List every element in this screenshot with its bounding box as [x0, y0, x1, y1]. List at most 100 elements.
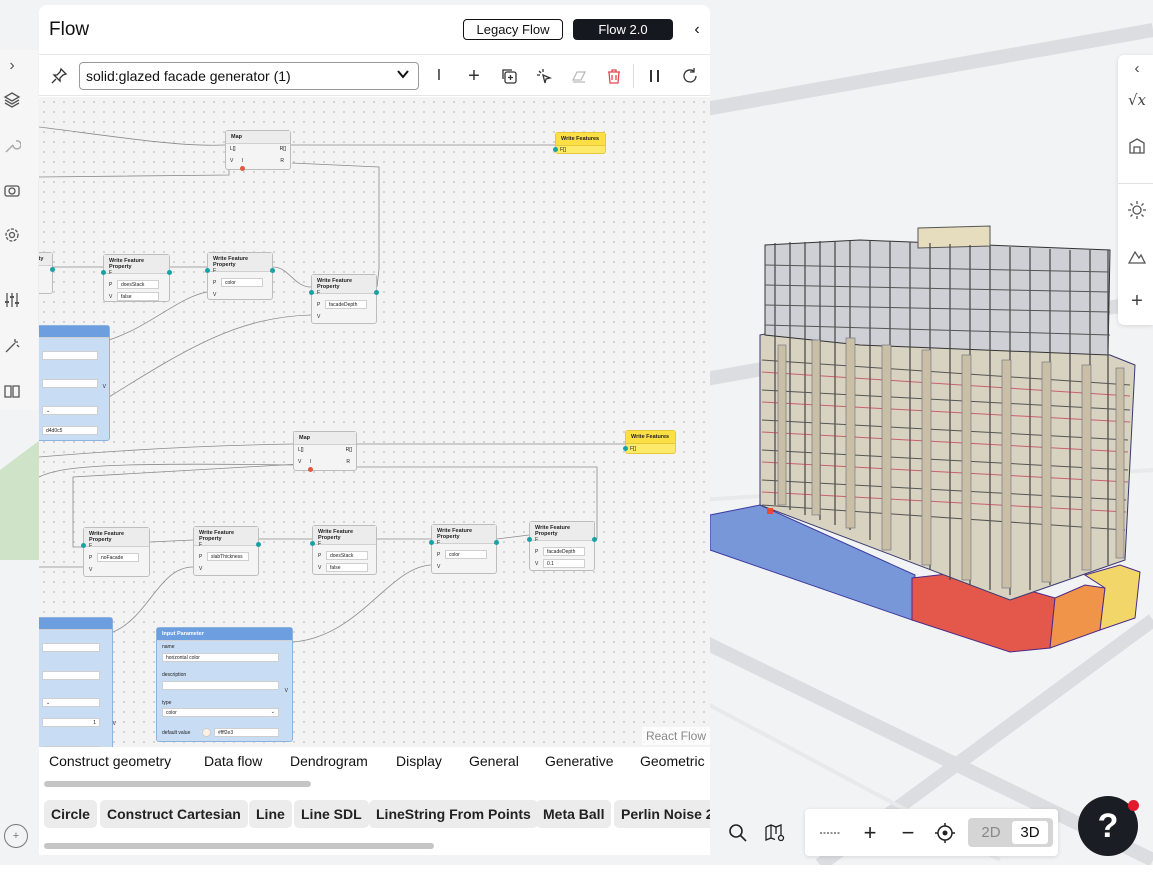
map-node-2[interactable]: Map L[] R[] V I R: [293, 431, 357, 472]
terrain-icon[interactable]: [1126, 245, 1148, 267]
add-layer-icon[interactable]: +: [4, 824, 28, 848]
search-icon[interactable]: [726, 821, 750, 845]
zoom-in-icon[interactable]: +: [858, 820, 882, 845]
property-field[interactable]: doesStack: [117, 280, 159, 289]
mode-3d-button[interactable]: 3D: [1012, 821, 1048, 844]
tabs-scrollbar[interactable]: [44, 781, 311, 787]
port-handle[interactable]: [592, 537, 597, 542]
eraser-icon[interactable]: [567, 64, 591, 88]
input-parameter-node[interactable]: Input Parameter name horizontal color de…: [156, 627, 293, 742]
name-field[interactable]: horizontal color: [162, 653, 279, 662]
wrench-icon[interactable]: [0, 134, 24, 158]
mode-2d-button[interactable]: 2D: [973, 822, 1009, 843]
tab-dendrogram[interactable]: Dendrogram: [290, 753, 368, 769]
write-feature-property-node[interactable]: Write Feature Property F P V doesStack f…: [310, 525, 377, 575]
flow2-button[interactable]: Flow 2.0: [573, 19, 673, 40]
chips-scrollbar[interactable]: [44, 843, 434, 849]
port-handle[interactable]: [308, 467, 313, 472]
port-handle[interactable]: [50, 267, 55, 272]
magic-icon[interactable]: [0, 334, 24, 358]
write-feature-property-node[interactable]: Write Feature Property F P V color: [205, 252, 275, 300]
write-feature-property-node[interactable]: Write Feature Property F P V slabThickne…: [193, 526, 261, 576]
number-field[interactable]: 1: [42, 718, 100, 727]
port-handle[interactable]: [553, 147, 558, 152]
port-handle[interactable]: [623, 446, 628, 451]
locate-icon[interactable]: [933, 821, 957, 845]
port-handle[interactable]: [81, 543, 86, 548]
port-handle[interactable]: [205, 268, 210, 273]
add-node-icon[interactable]: +: [462, 64, 486, 88]
port-handle[interactable]: [240, 166, 245, 171]
port-handle[interactable]: [374, 290, 379, 295]
partial-node-top[interactable]: perty: [39, 252, 55, 294]
write-feature-property-node[interactable]: Write Feature Property F P V facadeDepth: [309, 274, 379, 324]
chip-construct-cartesian[interactable]: Construct Cartesian: [100, 800, 248, 828]
write-feature-property-node[interactable]: Write Feature Property F P V color: [429, 524, 499, 574]
plus-icon[interactable]: +: [1126, 290, 1148, 312]
port-handle[interactable]: [270, 268, 275, 273]
port-handle[interactable]: [494, 540, 499, 545]
color-swatch[interactable]: [202, 728, 211, 737]
type-select[interactable]: ⌄: [42, 406, 98, 415]
tab-geometric[interactable]: Geometric: [640, 753, 705, 769]
camera-icon[interactable]: [0, 178, 24, 202]
port-handle[interactable]: [167, 270, 172, 275]
chip-meta-ball[interactable]: Meta Ball: [536, 800, 612, 828]
port-handle[interactable]: [527, 537, 532, 542]
write-feature-property-node[interactable]: Write Feature Property F P V doesStack f…: [101, 254, 172, 302]
select-click-icon[interactable]: [532, 64, 556, 88]
write-features-node-2[interactable]: Write Features F[]: [623, 430, 676, 454]
property-field[interactable]: doesStack: [326, 551, 368, 560]
property-field[interactable]: slabThickness: [207, 552, 249, 561]
flow-canvas[interactable]: Map L[] R[] V I R Write Features F[] per…: [39, 97, 710, 747]
type-select[interactable]: ⌄: [42, 698, 100, 707]
duplicate-icon[interactable]: [497, 64, 521, 88]
view-mode-toggle[interactable]: 2D 3D: [968, 818, 1053, 847]
collapse-panel-icon[interactable]: ‹: [687, 19, 707, 41]
tab-construct-geometry[interactable]: Construct geometry: [49, 753, 171, 769]
sliders-icon[interactable]: [0, 288, 24, 312]
write-feature-property-node[interactable]: Write Feature Property F P V facadeDepth…: [527, 521, 597, 571]
tab-general[interactable]: General: [469, 753, 519, 769]
property-field[interactable]: facadeDepth: [325, 300, 367, 309]
value-field[interactable]: false: [117, 292, 159, 301]
gear-icon[interactable]: [0, 223, 24, 247]
write-features-node-1[interactable]: Write Features F[]: [553, 132, 606, 154]
value-field[interactable]: 0.1: [543, 559, 585, 568]
default-value-field[interactable]: d4d0c5: [42, 426, 98, 435]
description-field[interactable]: [42, 379, 98, 388]
tab-display[interactable]: Display: [396, 753, 442, 769]
property-field[interactable]: color: [221, 278, 263, 287]
chip-line[interactable]: Line: [249, 800, 292, 828]
map-node-1[interactable]: Map L[] R[] V I R: [225, 130, 291, 171]
pause-icon[interactable]: [643, 64, 667, 88]
input-parameter-node-partial[interactable]: ⌄ d4d0c5 V: [39, 325, 110, 441]
text-cursor-icon[interactable]: I: [427, 64, 451, 88]
name-field[interactable]: [42, 643, 100, 652]
layers-icon[interactable]: [0, 88, 24, 112]
property-field[interactable]: facadeDepth: [543, 547, 585, 556]
port-handle[interactable]: [429, 540, 434, 545]
chip-line-sdl[interactable]: Line SDL: [294, 800, 369, 828]
chip-circle[interactable]: Circle: [44, 800, 97, 828]
name-field[interactable]: [42, 351, 98, 360]
port-handle[interactable]: [101, 270, 106, 275]
chevron-right-icon[interactable]: ›: [0, 54, 24, 78]
description-field[interactable]: [42, 671, 100, 680]
refresh-icon[interactable]: [678, 64, 702, 88]
port-handle[interactable]: [309, 290, 314, 295]
property-field[interactable]: color: [445, 550, 487, 559]
chip-linestring-from-points[interactable]: LineString From Points: [369, 800, 538, 828]
react-flow-attribution[interactable]: React Flow: [641, 727, 710, 745]
description-field[interactable]: [162, 681, 279, 690]
formula-icon[interactable]: √x: [1126, 89, 1148, 111]
port-handle[interactable]: [256, 542, 261, 547]
type-select[interactable]: color ⌄: [162, 708, 279, 717]
zoom-out-icon[interactable]: −: [896, 820, 920, 845]
pin-icon[interactable]: [47, 64, 71, 88]
value-field[interactable]: false: [326, 563, 368, 572]
write-feature-property-node[interactable]: Write Feature Property F P V noFacade: [81, 527, 150, 577]
scale-icon[interactable]: [818, 821, 842, 845]
tab-generative[interactable]: Generative: [545, 753, 613, 769]
port-handle[interactable]: [310, 541, 315, 546]
